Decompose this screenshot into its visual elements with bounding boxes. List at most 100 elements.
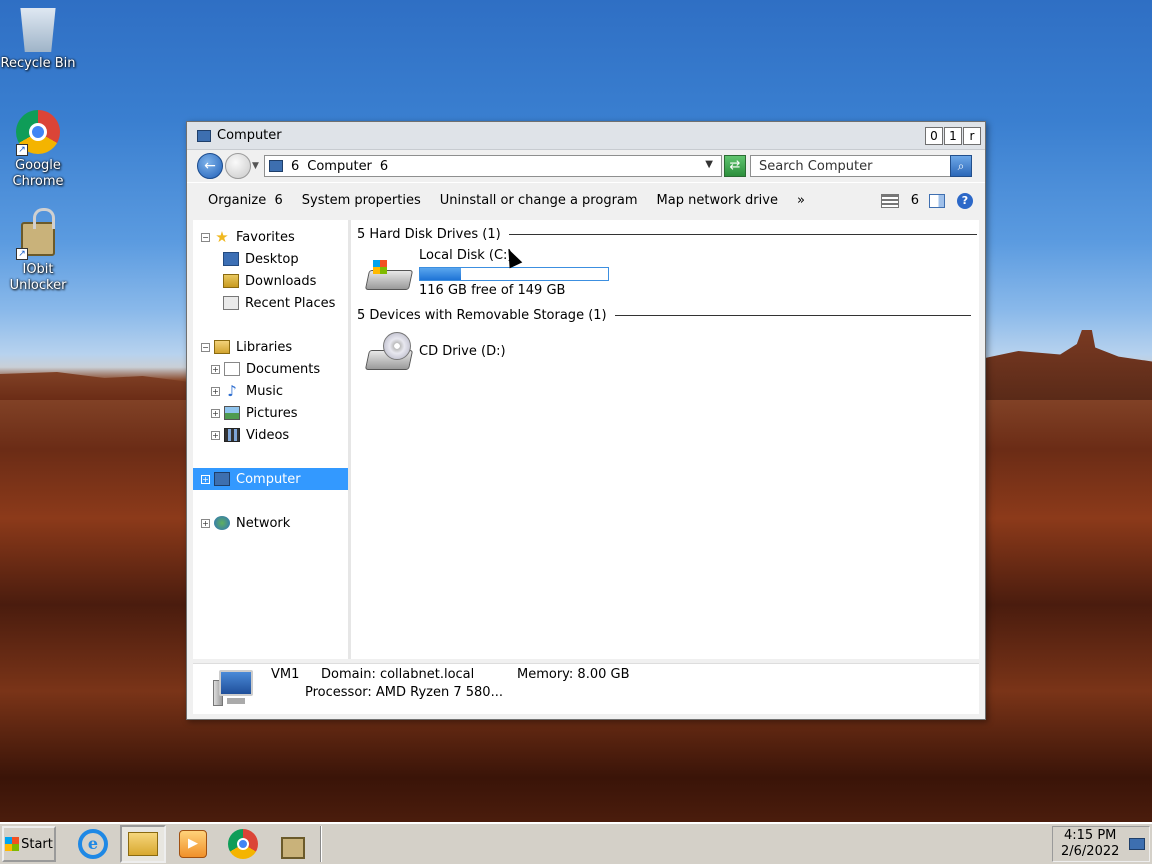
network-status-icon[interactable] [1129, 838, 1145, 850]
address-dropdown-icon[interactable]: ▼ [705, 159, 713, 170]
system-tray: 4:15 PM 2/6/2022 [1052, 826, 1150, 862]
minimize-button[interactable]: 0 [925, 126, 943, 145]
nav-label: Downloads [245, 273, 317, 289]
breadcrumb-separator[interactable]: 6 [291, 159, 299, 174]
nav-item-recent-places[interactable]: Recent Places [193, 292, 348, 314]
main-pane: 5 Hard Disk Drives (1) Local Disk (C:) 1… [351, 220, 979, 659]
organize-dropdown-icon: 6 [274, 193, 283, 208]
organize-button[interactable]: Organize 6 [208, 193, 283, 208]
taskbar-app-media-player[interactable]: ▶ [170, 825, 216, 863]
desktop-icon-google-chrome[interactable]: ↗ Google Chrome [0, 110, 76, 190]
desktop-icon-label: IObit Unlocker [9, 262, 67, 293]
drive-usage-fill [420, 268, 462, 280]
drive-name: CD Drive (D:) [419, 344, 506, 359]
chrome-icon: ↗ [16, 110, 60, 156]
expand-icon[interactable]: + [211, 386, 220, 396]
internet-explorer-icon: e [78, 829, 108, 859]
nav-item-libraries[interactable]: − Libraries [193, 336, 348, 358]
nav-label: Documents [246, 361, 321, 377]
taskbar-app-file-explorer[interactable] [120, 825, 166, 863]
clock[interactable]: 4:15 PM 2/6/2022 [1061, 828, 1119, 860]
refresh-button[interactable]: ⇄ [724, 155, 746, 177]
shortcut-arrow-icon: ↗ [16, 248, 28, 260]
help-icon[interactable]: ? [957, 192, 973, 209]
breadcrumb-separator[interactable]: 6 [380, 159, 388, 174]
computer-domain: Domain: collabnet.local [321, 667, 475, 682]
forward-button[interactable] [225, 153, 251, 179]
organize-label: Organize [208, 193, 267, 208]
preview-pane-icon[interactable] [929, 193, 945, 208]
nav-item-downloads[interactable]: Downloads [193, 270, 348, 292]
nav-label: Recent Places [245, 295, 336, 311]
desktop-icon-recycle-bin[interactable]: Recycle Bin [0, 8, 76, 72]
desktop-icon-label: Google Chrome [12, 158, 64, 189]
explorer-window: Computer 0 1 r ← ▼ 6 Computer 6 ▼ ⇄ Sear… [186, 121, 986, 720]
drive-local-disk[interactable]: Local Disk (C:) 116 GB free of 149 GB [364, 248, 609, 298]
windows-logo-icon [5, 837, 20, 851]
desktop-icon [223, 252, 239, 266]
system-properties-button[interactable]: System properties [302, 193, 421, 208]
expand-icon[interactable]: + [211, 408, 220, 418]
close-button[interactable]: r [963, 126, 981, 145]
collapse-icon[interactable]: − [201, 232, 210, 242]
computer-icon [269, 160, 283, 172]
nav-label: Music [246, 383, 283, 399]
expand-icon[interactable]: + [211, 430, 220, 440]
nav-item-videos[interactable]: + Videos [193, 424, 348, 446]
recent-places-icon [223, 296, 239, 310]
taskbar: Start e ▶ 4:15 PM 2/6/2022 [0, 822, 1152, 864]
taskbar-app-internet-explorer[interactable]: e [70, 825, 116, 863]
group-header-hard-disks[interactable]: 5 Hard Disk Drives (1) [357, 225, 977, 243]
computer-name: VM1 [271, 667, 300, 682]
group-header-removable-storage[interactable]: 5 Devices with Removable Storage (1) [357, 306, 971, 324]
taskbar-app-chrome[interactable] [220, 825, 266, 863]
computer-processor: Processor: AMD Ryzen 7 580... [305, 685, 503, 700]
nav-item-network[interactable]: + Network [193, 512, 348, 534]
map-network-drive-button[interactable]: Map network drive [657, 193, 778, 208]
libraries-icon [214, 340, 230, 354]
nav-item-pictures[interactable]: + Pictures [193, 402, 348, 424]
taskbar-app-iobit-unlocker[interactable] [270, 825, 316, 863]
breadcrumb-computer[interactable]: Computer [307, 159, 372, 174]
more-commands-button[interactable]: » [797, 193, 805, 208]
iobit-unlocker-icon [281, 837, 305, 859]
windows-logo-icon [373, 260, 387, 274]
back-button[interactable]: ← [197, 153, 223, 179]
nav-item-music[interactable]: + ♪ Music [193, 380, 348, 402]
drive-cd[interactable]: CD Drive (D:) [364, 332, 506, 372]
star-icon: ★ [215, 228, 229, 246]
taskbar-separator [320, 826, 322, 862]
uninstall-program-button[interactable]: Uninstall or change a program [440, 193, 638, 208]
expand-icon[interactable]: + [201, 474, 210, 484]
cd-drive-icon [364, 332, 414, 372]
nav-item-documents[interactable]: + Documents [193, 358, 348, 380]
command-bar: Organize 6 System properties Uninstall o… [187, 182, 985, 218]
clock-time: 4:15 PM [1064, 828, 1117, 843]
view-dropdown-icon[interactable]: 6 [911, 193, 919, 208]
computer-icon [197, 129, 211, 142]
clock-date: 2/6/2022 [1061, 844, 1120, 859]
change-view-icon[interactable] [880, 193, 899, 208]
expand-icon[interactable]: + [201, 518, 210, 528]
maximize-button[interactable]: 1 [944, 126, 962, 145]
search-icon[interactable]: ⌕ [950, 155, 972, 177]
group-header-label: 5 Hard Disk Drives (1) [357, 226, 501, 242]
title-bar[interactable]: Computer 0 1 r [187, 122, 985, 150]
downloads-folder-icon [223, 274, 239, 288]
nav-item-computer[interactable]: + Computer [193, 468, 348, 490]
media-player-icon: ▶ [179, 830, 207, 858]
collapse-icon[interactable]: − [201, 342, 210, 352]
nav-item-favorites[interactable]: − ★ Favorites [193, 226, 348, 248]
start-label: Start [21, 836, 53, 852]
expand-icon[interactable]: + [211, 364, 220, 374]
search-input[interactable]: Search Computer ⌕ [750, 155, 972, 177]
address-row: ← ▼ 6 Computer 6 ▼ ⇄ Search Computer ⌕ [187, 150, 985, 182]
chrome-icon [228, 829, 258, 859]
recent-pages-dropdown[interactable]: ▼ [252, 161, 262, 171]
start-button[interactable]: Start [2, 826, 56, 862]
desktop-icon-iobit-unlocker[interactable]: ↗ IObit Unlocker [0, 208, 76, 294]
desktop-icon-label: Recycle Bin [0, 56, 76, 71]
nav-item-desktop[interactable]: Desktop [193, 248, 348, 270]
file-explorer-icon [128, 832, 158, 856]
address-bar[interactable]: 6 Computer 6 ▼ [264, 155, 722, 177]
